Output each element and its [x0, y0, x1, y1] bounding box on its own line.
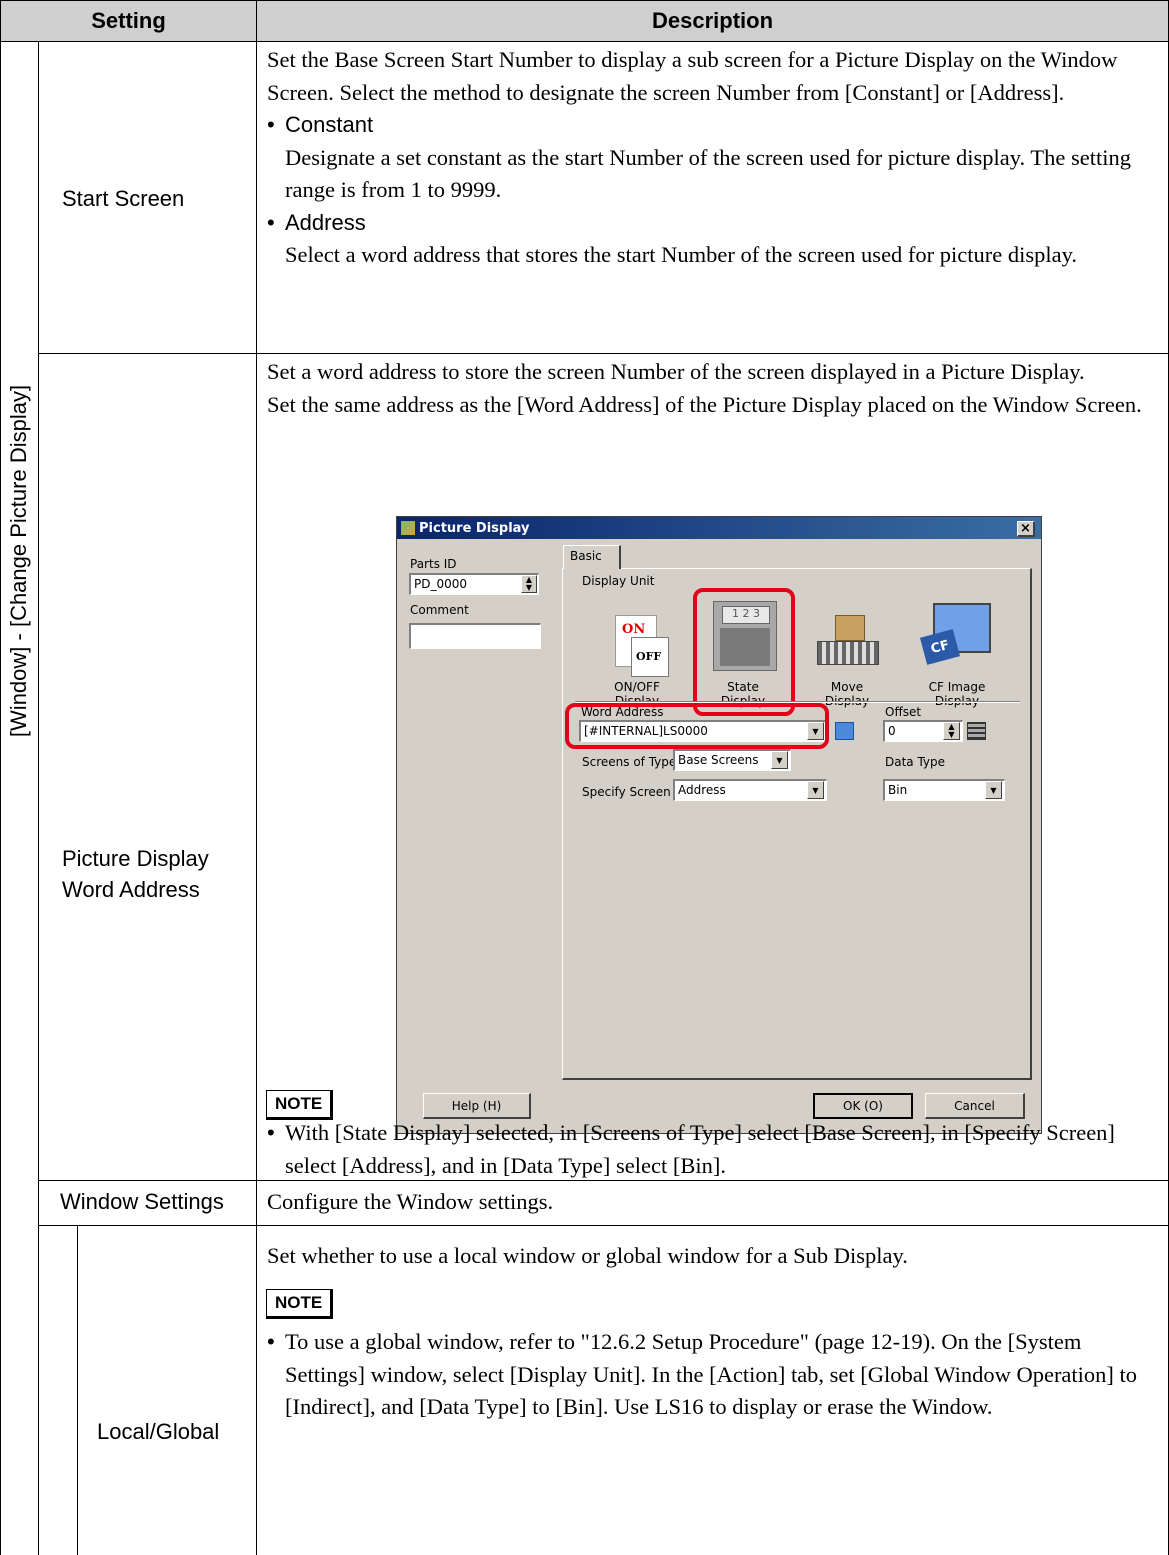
cf-caption: CF Image Display — [919, 680, 995, 708]
onoff-caption-l1: ON/OFF — [614, 680, 660, 694]
setting-picture-display-l1: Picture Display — [62, 846, 209, 871]
bullet-dot: • — [267, 1329, 275, 1354]
group-label: [Window] - [Change Picture Display] — [6, 384, 32, 738]
bullet-dot: • — [267, 209, 275, 235]
screens-type-dropdown[interactable]: ▼ — [771, 751, 788, 769]
screens-type-value: Base Screens — [678, 753, 759, 767]
data-type-label: Data Type — [885, 755, 946, 769]
note-badge-2: NOTE — [266, 1289, 334, 1319]
group-label-wrap: [Window] - [Change Picture Display] — [0, 41, 39, 1081]
onoff-display-icon[interactable]: ON OFF — [611, 615, 669, 677]
offset-label: Offset — [885, 705, 922, 719]
cf-image-display-icon[interactable]: CF — [919, 603, 991, 669]
note-1-body: • With [State Display] selected, in [Scr… — [267, 1117, 1162, 1182]
tab-basic[interactable]: Basic — [563, 545, 621, 569]
spin-down-icon: ▼ — [525, 583, 533, 592]
display-unit-label: Display Unit — [582, 574, 655, 588]
cancel-button[interactable]: Cancel — [925, 1093, 1025, 1119]
picture-display-para1: Set a word address to store the screen N… — [267, 359, 1085, 384]
header-setting-label: Setting — [91, 8, 166, 33]
cancel-button-label: Cancel — [954, 1098, 995, 1113]
spin-down-icon: ▼ — [948, 730, 955, 739]
offset-spinner[interactable]: ▲ ▼ — [943, 722, 960, 740]
bullet-address: • Address — [267, 207, 1162, 240]
header-description-label: Description — [651, 8, 774, 33]
note-2-text: To use a global window, refer to "12.6.2… — [285, 1329, 1138, 1419]
dialog-close-button[interactable]: × — [1017, 521, 1035, 537]
note-badge-1: NOTE — [266, 1090, 334, 1120]
dialog-title: Picture Display — [419, 520, 530, 536]
chevron-down-icon: ▼ — [812, 785, 819, 795]
offset-value: 0 — [888, 724, 896, 738]
address-input-icon[interactable] — [835, 722, 854, 740]
parts-id-label: Parts ID — [410, 557, 457, 571]
data-type-dropdown[interactable]: ▼ — [985, 781, 1002, 799]
onoff-off-page: OFF — [631, 637, 669, 677]
header-setting: Setting — [0, 0, 257, 42]
state-display-highlight — [693, 588, 795, 716]
dialog-titlebar: Picture Display — [397, 517, 1041, 539]
move-caption-l1: Move — [830, 680, 864, 694]
picture-display-para2: Set the same address as the [Word Addres… — [267, 391, 1142, 417]
setting-picture-display: Picture Display Word Address — [62, 843, 209, 905]
setting-local-global: Local/Global — [97, 1419, 220, 1444]
chevron-down-icon: ▼ — [990, 785, 997, 795]
ok-button[interactable]: OK (O) — [813, 1093, 913, 1119]
dialog-app-icon — [401, 521, 415, 535]
chevron-down-icon: ▼ — [776, 755, 783, 765]
bullet-constant-title: Constant — [285, 112, 374, 137]
bullet-address-title: Address — [285, 209, 366, 235]
onoff-off-text: OFF — [636, 650, 662, 663]
setting-window-settings: Window Settings — [60, 1189, 224, 1214]
ok-button-label: OK (O) — [843, 1099, 883, 1113]
bullet-constant-text: Designate a set constant as the start Nu… — [285, 144, 1131, 203]
move-caption: Move Display — [817, 680, 877, 708]
cf-icon-card: CF — [919, 629, 961, 665]
specify-screen-value: Address — [678, 783, 726, 797]
desc-divider — [256, 41, 257, 1555]
close-icon: × — [1020, 521, 1031, 536]
parts-id-field[interactable]: PD_0000 — [409, 573, 539, 595]
specify-screen-dropdown[interactable]: ▼ — [807, 781, 824, 799]
picture-display-dialog: Picture Display × Parts ID PD_0000 ▲ ▼ Co… — [396, 516, 1042, 1134]
screens-type-label: Screens of Type — [582, 755, 677, 769]
onoff-on-text: ON — [622, 622, 646, 637]
specify-screen-select[interactable]: Address — [673, 779, 827, 801]
header-description: Description — [256, 0, 1169, 42]
comment-field[interactable] — [409, 623, 541, 649]
keypad-icon[interactable] — [967, 722, 986, 740]
help-button[interactable]: Help (H) — [423, 1093, 531, 1119]
help-button-label: Help (H) — [451, 1098, 502, 1113]
setting-start-screen: Start Screen — [62, 186, 185, 211]
tab-basic-label: Basic — [570, 549, 602, 563]
move-display-icon[interactable] — [817, 611, 879, 671]
setting-picture-display-l2: Word Address — [62, 877, 200, 902]
subgroup-column — [38, 1225, 78, 1555]
bullet-dot: • — [267, 1120, 275, 1145]
word-address-highlight — [565, 703, 829, 749]
specify-screen-label: Specify Screen — [582, 785, 671, 799]
parts-id-value: PD_0000 — [414, 577, 468, 591]
start-screen-intro: Set the Base Screen Start Number to disp… — [267, 47, 1118, 105]
data-type-value: Bin — [888, 783, 908, 797]
bullet-dot: • — [267, 112, 275, 137]
desc-start-screen: Set the Base Screen Start Number to disp… — [267, 44, 1162, 272]
parts-id-spinner[interactable]: ▲ ▼ — [521, 575, 537, 593]
move-icon-box — [835, 615, 865, 641]
local-global-para1: Set whether to use a local window or glo… — [267, 1243, 908, 1268]
desc-picture-display: Set a word address to store the screen N… — [267, 356, 1162, 421]
desc-window-settings: Configure the Window settings. — [267, 1189, 554, 1214]
bullet-address-text: Select a word address that stores the st… — [285, 242, 1078, 267]
cf-caption-l1: CF Image — [928, 680, 986, 694]
note-1-text: With [State Display] selected, in [Scree… — [285, 1120, 1115, 1178]
note-2-body: • To use a global window, refer to "12.6… — [267, 1326, 1162, 1424]
move-icon-conveyor — [817, 641, 879, 665]
bullet-constant: • Constant — [267, 109, 1162, 142]
comment-label: Comment — [410, 603, 469, 617]
